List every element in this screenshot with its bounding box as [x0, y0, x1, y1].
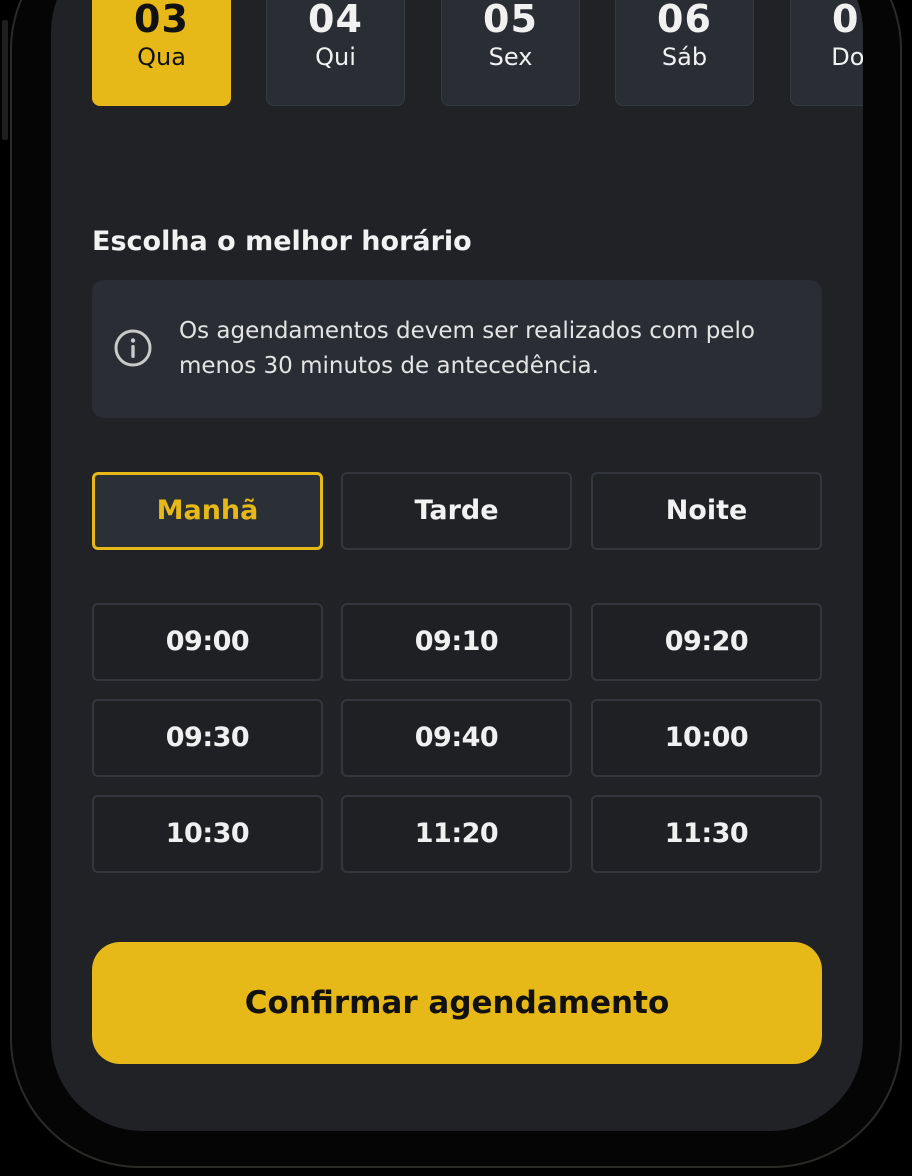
date-chip-3[interactable]: 06 Sáb: [615, 0, 754, 106]
phone-side-button: [2, 20, 8, 140]
date-weekday: Qui: [315, 43, 356, 71]
period-tab-morning[interactable]: Manhã: [92, 472, 323, 550]
info-icon: [114, 329, 152, 367]
date-weekday: Qua: [137, 43, 186, 71]
date-chip-0[interactable]: 03 Qua: [92, 0, 231, 106]
time-slot[interactable]: 11:20: [341, 795, 572, 873]
period-tab-night[interactable]: Noite: [591, 472, 822, 550]
time-slot[interactable]: 09:00: [92, 603, 323, 681]
date-number: 05: [483, 0, 538, 41]
period-tab-afternoon[interactable]: Tarde: [341, 472, 572, 550]
app-screen: 03 Qua 04 Qui 05 Sex 06 Sáb 07 Dom Escol…: [51, 0, 863, 1131]
date-number: 07: [832, 0, 863, 41]
time-slot[interactable]: 10:30: [92, 795, 323, 873]
time-slot[interactable]: 09:40: [341, 699, 572, 777]
time-slot[interactable]: 09:10: [341, 603, 572, 681]
date-weekday: Sáb: [661, 43, 708, 71]
date-weekday: Sex: [488, 43, 533, 71]
info-notice: Os agendamentos devem ser realizados com…: [92, 280, 822, 418]
date-number: 06: [657, 0, 712, 41]
time-section-title: Escolha o melhor horário: [92, 226, 472, 257]
date-selector: 03 Qua 04 Qui 05 Sex 06 Sáb 07 Dom: [92, 0, 863, 106]
time-slot[interactable]: 09:20: [591, 603, 822, 681]
info-text: Os agendamentos devem ser realizados com…: [179, 318, 755, 379]
time-slot[interactable]: 10:00: [591, 699, 822, 777]
confirm-booking-button[interactable]: Confirmar agendamento: [92, 942, 822, 1064]
time-slot[interactable]: 11:30: [591, 795, 822, 873]
date-weekday: Dom: [831, 43, 863, 71]
date-chip-4[interactable]: 07 Dom: [790, 0, 863, 106]
date-chip-2[interactable]: 05 Sex: [441, 0, 580, 106]
date-number: 03: [134, 0, 189, 41]
date-number: 04: [308, 0, 363, 41]
date-chip-1[interactable]: 04 Qui: [266, 0, 405, 106]
time-slot[interactable]: 09:30: [92, 699, 323, 777]
